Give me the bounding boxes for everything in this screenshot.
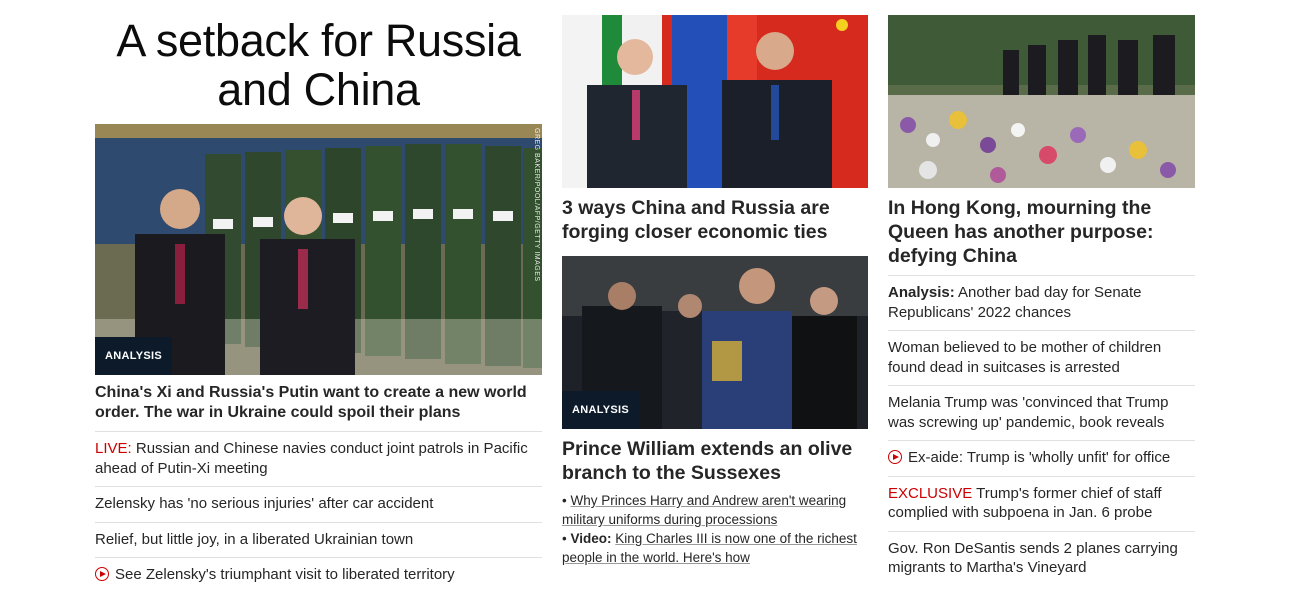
list-item[interactable]: See Zelensky's triumphant visit to liber… — [95, 558, 542, 593]
analysis-badge: ANALYSIS — [562, 391, 640, 429]
bullet-link[interactable]: • Video: King Charles III is now one of … — [562, 529, 868, 567]
list-item[interactable]: Analysis: Another bad day for Senate Rep… — [888, 276, 1195, 331]
list-item[interactable]: Melania Trump was 'convinced that Trump … — [888, 386, 1195, 441]
list-item[interactable]: Zelensky has 'no serious injuries' after… — [95, 487, 542, 523]
exclusive-label: EXCLUSIVE — [888, 484, 973, 502]
flowers-mourning-image — [888, 15, 1195, 188]
link-text: Woman believed to be mother of children … — [888, 339, 1162, 376]
list-item[interactable]: EXCLUSIVE Trump's former chief of staff … — [888, 477, 1195, 532]
link-text: Melania Trump was 'convinced that Trump … — [888, 394, 1169, 431]
video-label: Video: — [570, 531, 612, 546]
middle-column: 3 ways China and Russia are forging clos… — [562, 0, 868, 567]
analysis-badge: ANALYSIS — [95, 337, 173, 375]
section-title[interactable]: A setback for Russia and China — [95, 16, 542, 124]
link-text: Relief, but little joy, in a liberated U… — [95, 530, 414, 548]
hong-kong-photo[interactable] — [888, 15, 1195, 188]
play-video-icon — [95, 567, 109, 581]
link-text: Zelensky has 'no serious injuries' after… — [95, 495, 434, 512]
lead-photo[interactable]: GREG BAKER/POOL/AFP/GETTY IMAGES ANALYSI… — [95, 124, 542, 375]
list-item[interactable]: Ex-aide: Trump is 'wholly unfit' for off… — [888, 441, 1195, 477]
live-label: LIVE: — [95, 440, 132, 457]
royals-photo[interactable]: ANALYSIS — [562, 256, 868, 429]
putin-xi-photo[interactable] — [562, 15, 868, 188]
right-column: In Hong Kong, mourning the Queen has ano… — [888, 0, 1195, 586]
link-text: Why Princes Harry and Andrew aren't wear… — [562, 493, 847, 527]
story-headline[interactable]: In Hong Kong, mourning the Queen has ano… — [888, 196, 1195, 276]
photo-credit: GREG BAKER/POOL/AFP/GETTY IMAGES — [533, 128, 540, 282]
list-item[interactable]: LIVE: Russian and Chinese navies conduct… — [95, 432, 542, 487]
list-item[interactable]: Relief, but little joy, in a liberated U… — [95, 523, 542, 558]
putin-xi-flags-image — [562, 15, 868, 188]
analysis-label: Analysis: — [888, 284, 955, 301]
related-links: Analysis: Another bad day for Senate Rep… — [888, 276, 1195, 586]
bullet-link[interactable]: • Why Princes Harry and Andrew aren't we… — [562, 491, 868, 529]
link-text: Russian and Chinese navies conduct joint… — [95, 440, 528, 477]
lead-column: A setback for Russia and China GREG BAKE… — [95, 0, 542, 593]
lead-headline[interactable]: China's Xi and Russia's Putin want to cr… — [95, 383, 542, 432]
list-item[interactable]: Woman believed to be mother of children … — [888, 331, 1195, 386]
link-text: See Zelensky's triumphant visit to liber… — [115, 566, 455, 583]
link-text: Ex-aide: Trump is 'wholly unfit' for off… — [908, 449, 1171, 466]
related-links: LIVE: Russian and Chinese navies conduct… — [95, 432, 542, 593]
list-item[interactable]: Gov. Ron DeSantis sends 2 planes carryin… — [888, 532, 1195, 586]
story-headline[interactable]: 3 ways China and Russia are forging clos… — [562, 196, 868, 244]
play-video-icon — [888, 450, 902, 464]
story-headline[interactable]: Prince William extends an olive branch t… — [562, 437, 868, 485]
link-text: Gov. Ron DeSantis sends 2 planes carryin… — [888, 539, 1178, 577]
bullet-links: • Why Princes Harry and Andrew aren't we… — [562, 491, 868, 567]
